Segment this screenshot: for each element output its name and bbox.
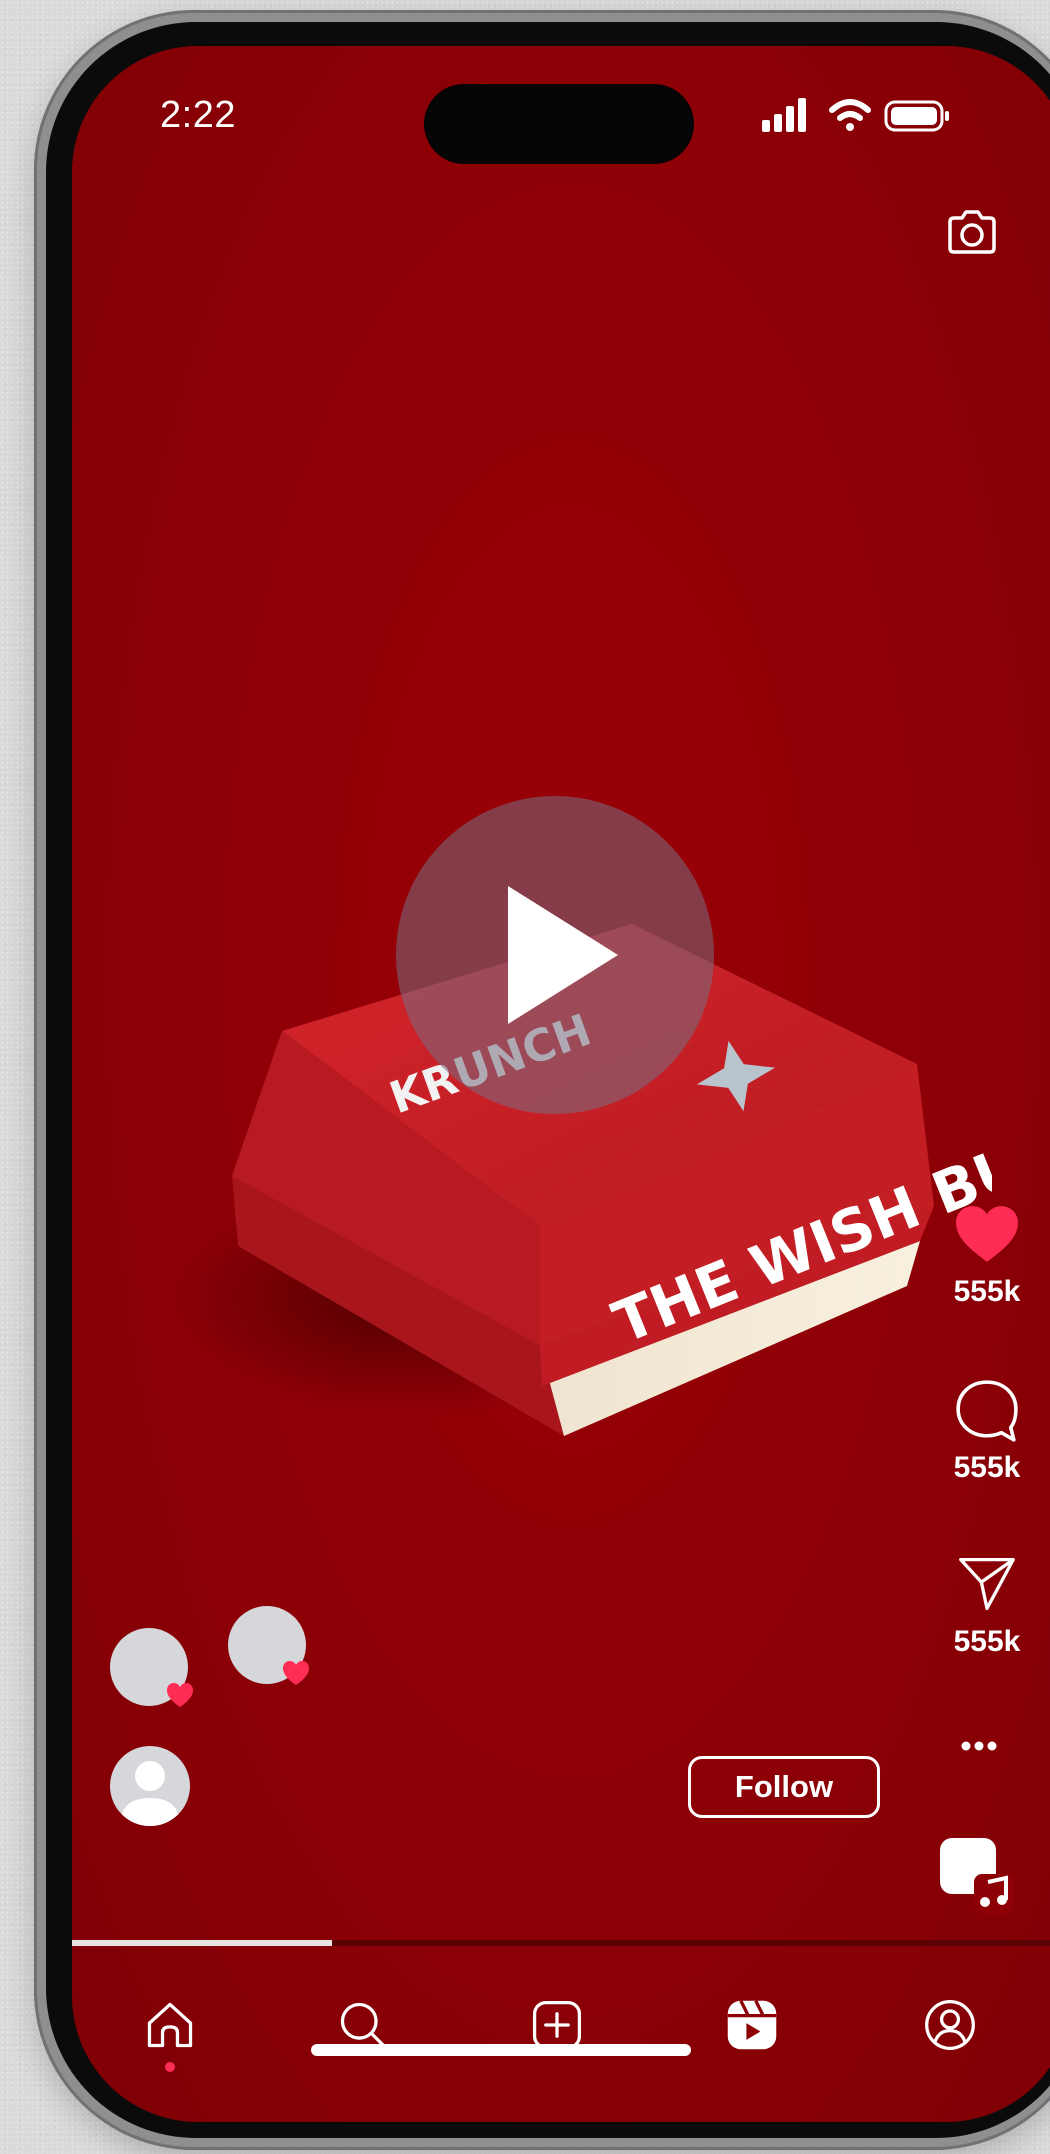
active-indicator-dot bbox=[165, 2062, 175, 2072]
audio-icon[interactable] bbox=[936, 1834, 1016, 1914]
status-icons bbox=[762, 98, 949, 132]
profile-icon bbox=[925, 2000, 975, 2050]
signal-icon bbox=[762, 98, 806, 132]
status-time: 2:22 bbox=[160, 94, 236, 136]
reels-icon bbox=[727, 2000, 777, 2050]
home-indicator[interactable] bbox=[311, 2044, 691, 2056]
send-icon[interactable] bbox=[957, 1554, 1017, 1614]
play-button[interactable] bbox=[396, 796, 714, 1114]
heart-badge-icon bbox=[167, 1683, 193, 1707]
user-silhouette-icon bbox=[120, 1761, 180, 1826]
tab-profile[interactable] bbox=[915, 1990, 985, 2060]
more-icon[interactable] bbox=[944, 1736, 1014, 1756]
share-action[interactable]: 555k bbox=[932, 1554, 1042, 1659]
dynamic-island bbox=[424, 84, 694, 164]
playback-progress-bar[interactable] bbox=[72, 1940, 1050, 1946]
reels-screen: 2:22 THE WISH BURGER 555k 555k 555k Foll… bbox=[72, 46, 1050, 2122]
playback-progress-fill bbox=[72, 1940, 332, 1946]
comment-icon[interactable] bbox=[954, 1378, 1020, 1444]
like-action[interactable]: 555k bbox=[932, 1204, 1042, 1309]
like-count: 555k bbox=[953, 1275, 1021, 1308]
camera-icon[interactable] bbox=[944, 204, 1000, 260]
comment-count: 555k bbox=[953, 1451, 1021, 1484]
tab-reels[interactable] bbox=[717, 1990, 787, 2060]
share-count: 555k bbox=[953, 1625, 1021, 1658]
bottom-tab-bar bbox=[72, 1956, 1050, 2122]
follow-button[interactable]: Follow bbox=[688, 1756, 880, 1818]
heart-badge-icon bbox=[283, 1661, 309, 1685]
home-icon bbox=[147, 2002, 193, 2048]
play-icon bbox=[508, 886, 618, 1024]
tab-home[interactable] bbox=[135, 1990, 205, 2060]
comment-action[interactable]: 555k bbox=[932, 1378, 1042, 1485]
wifi-icon bbox=[829, 99, 871, 131]
creator-avatar[interactable] bbox=[110, 1746, 190, 1826]
battery-icon bbox=[884, 100, 949, 132]
heart-icon[interactable] bbox=[954, 1204, 1020, 1264]
